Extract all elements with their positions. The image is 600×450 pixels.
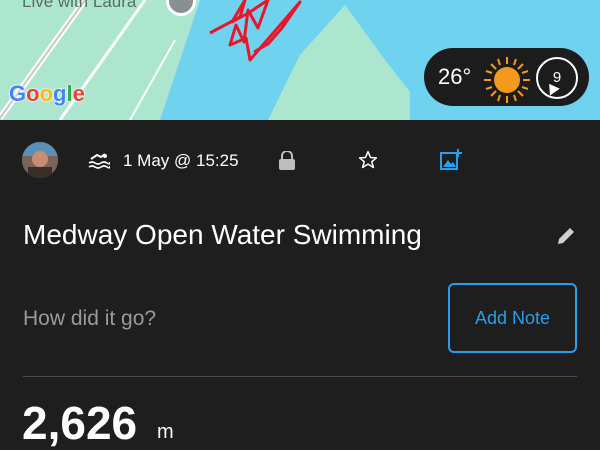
- star-icon[interactable]: [358, 150, 378, 170]
- wind-direction-icon: 9: [536, 57, 578, 99]
- avatar[interactable]: [22, 142, 58, 178]
- divider: [23, 376, 577, 377]
- temperature: 26°: [438, 64, 472, 89]
- map-place-label: Live with Laura: [22, 0, 137, 11]
- activity-title: Medway Open Water Swimming: [23, 219, 422, 250]
- google-logo: Google: [9, 81, 85, 106]
- swim-icon: [88, 153, 110, 169]
- add-note-button[interactable]: Add Note: [448, 283, 577, 353]
- note-prompt: How did it go?: [23, 307, 157, 330]
- lock-icon[interactable]: [278, 151, 296, 171]
- add-photo-icon[interactable]: [440, 149, 462, 171]
- pencil-icon[interactable]: [556, 226, 576, 246]
- wind-speed: 9: [552, 69, 562, 86]
- distance-unit: m: [157, 421, 174, 443]
- distance-value: 2,626: [22, 397, 138, 449]
- sun-icon: [484, 57, 530, 103]
- activity-date: 1 May @ 15:25: [123, 151, 239, 170]
